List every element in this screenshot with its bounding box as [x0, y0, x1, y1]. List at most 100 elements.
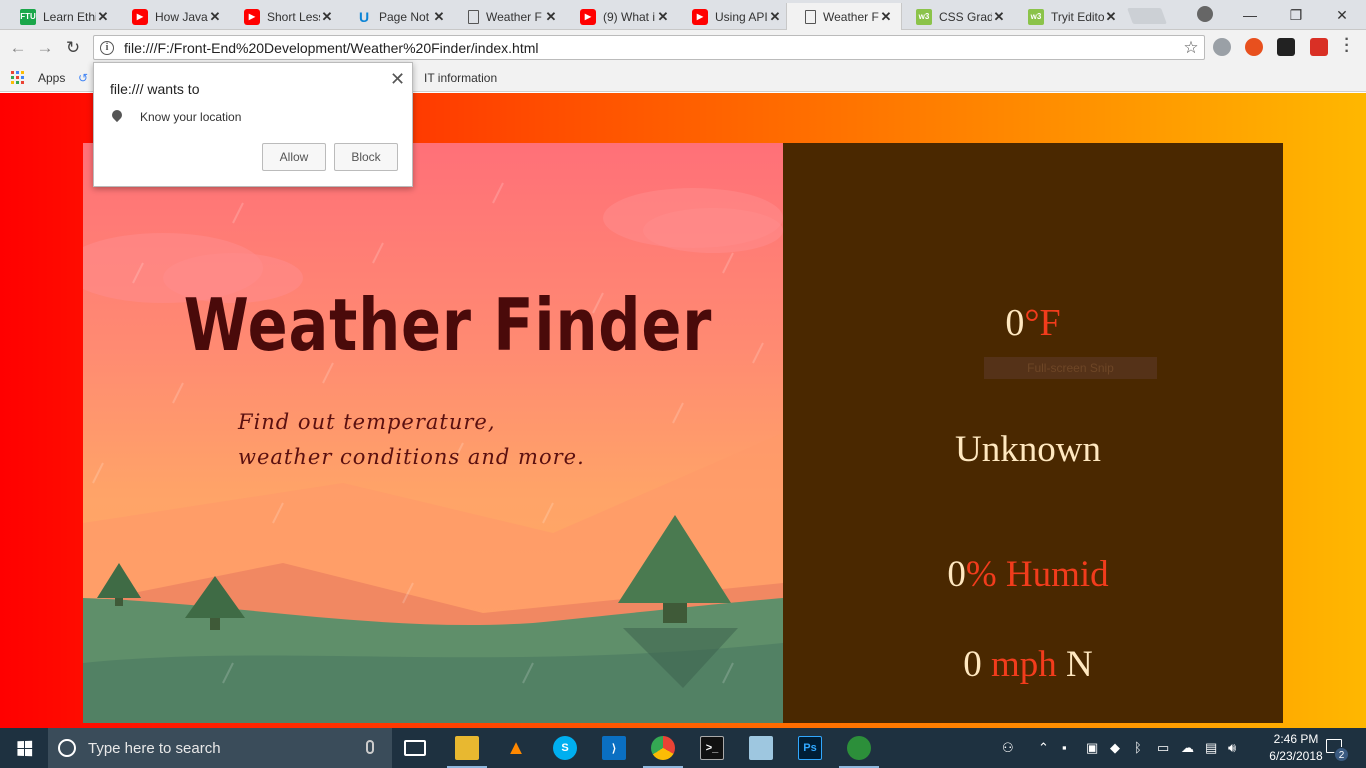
- udemy-icon: U: [358, 8, 370, 25]
- tab-title: Tryit Edito: [1051, 9, 1104, 24]
- close-tab-icon[interactable]: ✕: [432, 9, 446, 25]
- temperature-value: 0: [1005, 302, 1025, 344]
- bluetooth-icon[interactable]: ᛒ: [1134, 740, 1142, 755]
- tray-app-icon[interactable]: ▪: [1062, 740, 1067, 755]
- terminal-icon[interactable]: >_: [700, 736, 724, 760]
- start-button[interactable]: [0, 728, 48, 768]
- profile-icon[interactable]: [1197, 6, 1213, 22]
- skype-icon[interactable]: S: [553, 736, 577, 760]
- restore-button[interactable]: ❐: [1273, 0, 1319, 30]
- app-subtitle: Find out temperature, weather conditions…: [238, 405, 738, 475]
- tab-using-api[interactable]: ▶ Using API ✕: [674, 3, 790, 30]
- back-arrow-icon[interactable]: ←: [8, 38, 28, 58]
- tab-what-is[interactable]: ▶ (9) What i ✕: [562, 3, 678, 30]
- taskbar-search[interactable]: Type here to search: [48, 728, 392, 768]
- notification-count-badge: 2: [1334, 747, 1349, 762]
- extension-shield-icon[interactable]: [1213, 38, 1231, 56]
- apps-grid-icon[interactable]: [11, 71, 24, 84]
- close-tab-icon[interactable]: ✕: [544, 9, 558, 25]
- menu-dots-icon[interactable]: · · ·: [1342, 32, 1352, 60]
- tree-trunk: [115, 598, 123, 606]
- close-tab-icon[interactable]: ✕: [208, 9, 222, 25]
- tray-app-icon[interactable]: ▣: [1086, 740, 1098, 756]
- tab-title: Page Not: [379, 9, 430, 24]
- tab-css-gradients[interactable]: w3 CSS Gradi ✕: [898, 3, 1014, 30]
- battery-icon[interactable]: ▭: [1157, 740, 1169, 756]
- allow-button[interactable]: Allow: [262, 143, 326, 171]
- weather-panel: 0°F Full-screen Snip Unknown 0% Humid 0 …: [783, 143, 1283, 723]
- close-icon[interactable]: ✕: [390, 69, 405, 90]
- humidity-value: 0: [947, 554, 966, 595]
- subtitle-line: Find out temperature,: [238, 410, 496, 434]
- tab-learn-ethical[interactable]: FTU Learn Ethi ✕: [2, 3, 118, 30]
- tab-weather-finder[interactable]: Weather F ✕: [450, 3, 566, 30]
- close-tab-icon[interactable]: ✕: [992, 9, 1006, 25]
- reload-icon[interactable]: ↻: [63, 38, 83, 58]
- system-clock[interactable]: 2:46 PM 6/23/2018: [1268, 731, 1324, 765]
- chrome-icon[interactable]: [651, 736, 675, 760]
- humidity-readout: 0% Humid: [783, 553, 1273, 596]
- youtube-icon: ▶: [244, 8, 260, 25]
- tab-short-lessons[interactable]: ▶ Short Less ✕: [226, 3, 342, 30]
- cortana-icon: [58, 739, 76, 757]
- document-icon: [468, 9, 479, 24]
- tab-title: (9) What i: [603, 9, 656, 24]
- extension-infinity-icon[interactable]: [1245, 38, 1263, 56]
- extension-unicorn-icon[interactable]: [1277, 38, 1295, 56]
- block-button[interactable]: Block: [334, 143, 398, 171]
- hero-panel: Weather Finder Find out temperature, wea…: [83, 143, 783, 723]
- chevron-up-icon[interactable]: ⌃: [1038, 740, 1049, 756]
- new-tab-button[interactable]: [1127, 8, 1167, 24]
- photoshop-icon[interactable]: Ps: [798, 736, 822, 760]
- address-bar[interactable]: i file:///F:/Front-End%20Development/Wea…: [93, 35, 1205, 60]
- tab-title: CSS Gradi: [939, 9, 992, 24]
- task-view-icon[interactable]: [404, 740, 426, 756]
- temperature-unit: °F: [1024, 302, 1061, 344]
- humidity-unit: % Humid: [965, 554, 1109, 595]
- ftu-icon: FTU: [20, 8, 36, 25]
- minimize-button[interactable]: —: [1227, 0, 1273, 30]
- onedrive-icon[interactable]: ☁: [1181, 740, 1194, 756]
- vscode-icon[interactable]: ⟩: [602, 736, 626, 760]
- app-title: Weather Finder: [183, 283, 713, 367]
- close-window-button[interactable]: ✕: [1319, 0, 1365, 30]
- youtube-icon: ▶: [692, 8, 708, 25]
- windows-logo-icon: [16, 740, 32, 756]
- youtube-icon: ▶: [580, 8, 596, 25]
- network-globe-icon[interactable]: [847, 736, 871, 760]
- w3schools-icon: w3: [916, 8, 932, 25]
- bookmark-star-icon[interactable]: ☆: [1178, 38, 1204, 58]
- extension-badge-icon[interactable]: [1310, 38, 1328, 56]
- address-url[interactable]: file:///F:/Front-End%20Development/Weath…: [124, 40, 1178, 56]
- volume-icon[interactable]: 🔊︎: [1228, 740, 1236, 756]
- bookmark-apps[interactable]: Apps: [38, 71, 65, 85]
- file-explorer-icon[interactable]: [455, 736, 479, 760]
- clock-date: 6/23/2018: [1269, 749, 1323, 763]
- tray-app-icon[interactable]: ◆: [1110, 740, 1120, 756]
- tab-title: Using API: [715, 9, 768, 24]
- vlc-icon[interactable]: ▲: [504, 736, 528, 760]
- close-tab-icon[interactable]: ✕: [768, 9, 782, 25]
- tab-tryit-editor[interactable]: w3 Tryit Edito ✕: [1010, 3, 1126, 30]
- close-tab-icon[interactable]: ✕: [1104, 9, 1118, 25]
- tab-how-java[interactable]: ▶ How Java ✕: [114, 3, 230, 30]
- clock-time: 2:46 PM: [1273, 732, 1319, 746]
- tab-page-not-found[interactable]: U Page Not ✕: [338, 3, 454, 30]
- notepad-icon[interactable]: [749, 736, 773, 760]
- tab-weather-finder-active[interactable]: Weather F ✕: [786, 3, 902, 30]
- wind-speed: 0: [963, 644, 982, 685]
- tree-trunk: [663, 603, 687, 623]
- microphone-icon[interactable]: [366, 740, 374, 754]
- close-tab-icon[interactable]: ✕: [320, 9, 334, 25]
- history-icon[interactable]: ↺: [78, 71, 88, 85]
- w3schools-icon: w3: [1028, 8, 1044, 25]
- network-icon[interactable]: ▤: [1205, 740, 1217, 756]
- close-tab-icon[interactable]: ✕: [96, 9, 110, 25]
- info-icon[interactable]: i: [100, 40, 114, 55]
- tab-title: Learn Ethi: [43, 9, 96, 24]
- bookmark-it-information[interactable]: IT information: [424, 71, 497, 85]
- people-icon[interactable]: ⚇: [1002, 740, 1014, 756]
- close-tab-icon[interactable]: ✕: [879, 9, 893, 25]
- close-tab-icon[interactable]: ✕: [656, 9, 670, 25]
- forward-arrow-icon[interactable]: →: [35, 38, 55, 58]
